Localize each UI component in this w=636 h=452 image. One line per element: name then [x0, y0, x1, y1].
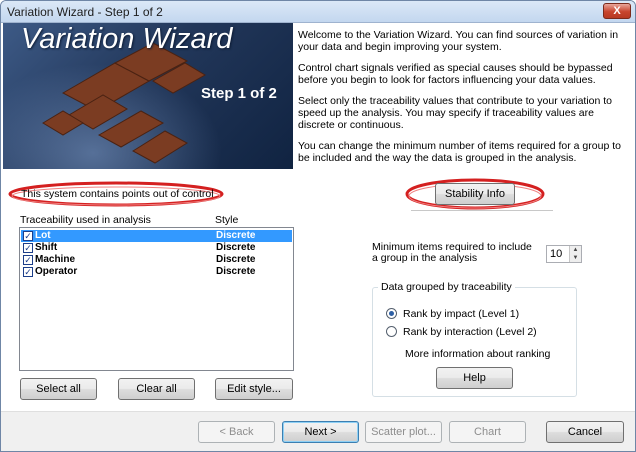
- traceability-name: Shift: [35, 242, 58, 253]
- stability-separator: [411, 210, 553, 211]
- close-icon: X: [613, 5, 621, 17]
- traceability-name: Operator: [35, 266, 78, 277]
- ranking-info-text: More information about ranking: [405, 348, 551, 360]
- intro-paragraph: Control chart signals verified as specia…: [298, 62, 613, 86]
- stability-callout: Stability Info: [403, 175, 553, 213]
- intro-text: Welcome to the Variation Wizard. You can…: [298, 29, 630, 173]
- checkbox-checked[interactable]: ✓: [23, 255, 33, 265]
- list-item[interactable]: ✓ Machine Discrete: [21, 254, 292, 266]
- checkbox-checked[interactable]: ✓: [23, 267, 33, 277]
- min-items-label: Minimum items required to include a grou…: [372, 241, 532, 264]
- traceability-style: Discrete: [216, 230, 256, 241]
- intro-paragraph: Welcome to the Variation Wizard. You can…: [298, 29, 619, 53]
- banner-step-indicator: Step 1 of 2: [201, 85, 277, 102]
- rank-interaction-radio[interactable]: [386, 326, 397, 337]
- wizard-banner: Variation Wizard Step 1 of 2: [3, 23, 293, 169]
- rank-impact-radio[interactable]: [386, 308, 397, 319]
- out-of-control-label: This system contains points out of contr…: [21, 188, 214, 200]
- chart-button[interactable]: Chart: [449, 421, 526, 443]
- style-column-header: Style: [215, 214, 239, 226]
- list-item[interactable]: ✓ Shift Discrete: [21, 242, 292, 254]
- stability-info-button[interactable]: Stability Info: [435, 183, 515, 205]
- traceability-list[interactable]: ✓ Lot Discrete ✓ Shift Discrete ✓ Machin…: [19, 227, 294, 371]
- spin-up-icon[interactable]: ▲: [569, 246, 581, 254]
- help-button[interactable]: Help: [436, 367, 513, 389]
- spin-down-icon[interactable]: ▼: [569, 254, 581, 262]
- wizard-footer: < Back Next > Scatter plot... Chart Canc…: [1, 411, 635, 451]
- rank-impact-label[interactable]: Rank by impact (Level 1): [403, 308, 519, 320]
- traceability-name: Lot: [35, 230, 51, 241]
- banner-title: Variation Wizard: [21, 23, 233, 55]
- edit-style-button[interactable]: Edit style...: [215, 378, 293, 400]
- min-items-stepper[interactable]: 10 ▲ ▼: [546, 245, 582, 263]
- grouping-legend: Data grouped by traceability: [378, 281, 515, 293]
- traceability-name: Machine: [35, 254, 76, 265]
- intro-paragraph: Select only the traceability values that…: [298, 95, 613, 131]
- title-bar[interactable]: Variation Wizard - Step 1 of 2 X: [1, 1, 635, 23]
- back-button[interactable]: < Back: [198, 421, 275, 443]
- traceability-style: Discrete: [216, 254, 256, 265]
- next-button[interactable]: Next >: [282, 421, 359, 443]
- window-title: Variation Wizard - Step 1 of 2: [7, 5, 163, 19]
- min-items-value[interactable]: 10: [550, 248, 562, 260]
- traceability-column-header: Traceability used in analysis: [20, 214, 151, 226]
- list-item[interactable]: ✓ Lot Discrete: [21, 230, 292, 242]
- rank-interaction-label[interactable]: Rank by interaction (Level 2): [403, 326, 537, 338]
- select-all-button[interactable]: Select all: [20, 378, 97, 400]
- scatter-plot-button[interactable]: Scatter plot...: [365, 421, 442, 443]
- intro-paragraph: You can change the minimum number of ite…: [298, 140, 621, 164]
- logo-blocks-icon: [42, 42, 206, 164]
- traceability-style: Discrete: [216, 242, 256, 253]
- out-of-control-callout: This system contains points out of contr…: [5, 179, 227, 209]
- traceability-style: Discrete: [216, 266, 256, 277]
- cancel-button[interactable]: Cancel: [546, 421, 624, 443]
- variation-wizard-window: Variation Wizard - Step 1 of 2 X Variati…: [0, 0, 636, 452]
- close-button[interactable]: X: [603, 3, 631, 19]
- list-item[interactable]: ✓ Operator Discrete: [21, 266, 292, 278]
- clear-all-button[interactable]: Clear all: [118, 378, 195, 400]
- checkbox-checked[interactable]: ✓: [23, 243, 33, 253]
- wizard-client-area: Variation Wizard Step 1 of 2 Welcome to …: [1, 23, 635, 451]
- checkbox-checked[interactable]: ✓: [23, 231, 33, 241]
